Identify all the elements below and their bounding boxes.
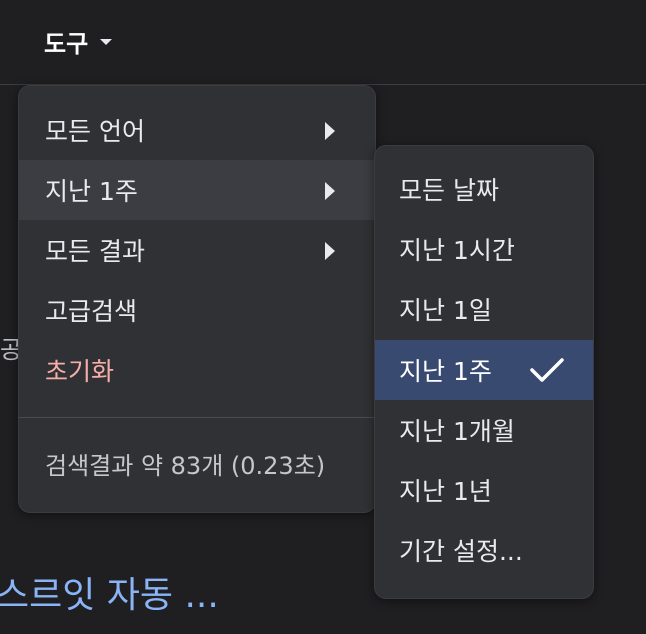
submenu-item-past-hour[interactable]: 지난 1시간 [375, 219, 593, 279]
submenu-item-label: 지난 1일 [399, 296, 492, 325]
time-submenu: 모든 날짜 지난 1시간 지난 1일 지난 1주 지난 1개월 지난 1년 기간… [374, 145, 594, 599]
menu-item-advanced-search[interactable]: 고급검색 [19, 280, 375, 340]
submenu-item-past-week[interactable]: 지난 1주 [375, 340, 593, 400]
chevron-right-icon [325, 122, 335, 140]
menu-item-past-week[interactable]: 지난 1주 [19, 160, 375, 220]
submenu-item-past-month[interactable]: 지난 1개월 [375, 400, 593, 460]
background-result-link[interactable]: 스르잇 자동 ... [0, 566, 219, 618]
submenu-item-past-day[interactable]: 지난 1일 [375, 279, 593, 339]
tools-button[interactable]: 도구 [44, 22, 113, 60]
menu-item-label: 초기화 [45, 357, 115, 386]
menu-item-label: 모든 언어 [45, 117, 145, 146]
submenu-item-label: 지난 1주 [399, 357, 492, 386]
background-partial-text: 공 [0, 336, 18, 364]
submenu-item-label: 지난 1시간 [399, 236, 515, 265]
chevron-right-icon [325, 242, 335, 260]
submenu-item-any-time[interactable]: 모든 날짜 [375, 159, 593, 219]
menu-item-reset[interactable]: 초기화 [19, 340, 375, 400]
menu-item-label: 고급검색 [45, 297, 138, 326]
submenu-item-label: 기간 설정... [399, 537, 523, 566]
checkmark-icon [530, 358, 564, 382]
menu-divider [19, 417, 375, 418]
menu-item-label: 지난 1주 [45, 177, 138, 206]
menu-item-all-languages[interactable]: 모든 언어 [19, 100, 375, 160]
submenu-item-label: 모든 날짜 [399, 176, 499, 205]
menu-item-all-results[interactable]: 모든 결과 [19, 220, 375, 280]
result-stats: 검색결과 약 83개 (0.23초) [45, 452, 326, 480]
menu-item-label: 모든 결과 [45, 237, 145, 266]
submenu-item-label: 지난 1개월 [399, 417, 515, 446]
chevron-right-icon [325, 182, 335, 200]
top-toolbar: 도구 [0, 0, 646, 85]
tools-label: 도구 [44, 29, 89, 58]
submenu-item-custom-range[interactable]: 기간 설정... [375, 520, 593, 580]
tools-menu: 모든 언어 지난 1주 모든 결과 고급검색 초기화 검색결과 약 83개 (0… [18, 85, 376, 513]
submenu-item-past-year[interactable]: 지난 1년 [375, 460, 593, 520]
submenu-item-label: 지난 1년 [399, 477, 492, 506]
chevron-down-icon [100, 39, 113, 45]
